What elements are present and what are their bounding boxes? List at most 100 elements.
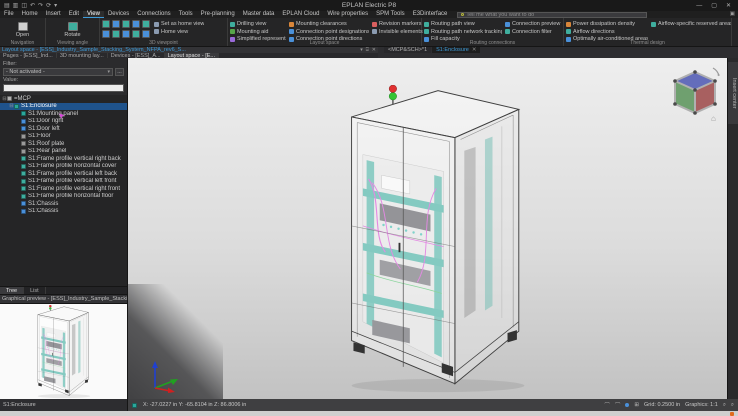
refresh-icon[interactable]: ⟳ — [46, 1, 51, 11]
tree-item-s1-chassis[interactable]: S1:Chassis — [0, 208, 127, 216]
connection-filter-icon — [505, 29, 510, 34]
open-icon[interactable]: ▥ — [13, 1, 19, 11]
button-label: Mounting clearances — [296, 21, 347, 27]
profile-icon — [21, 194, 26, 199]
connection-preview-button[interactable]: Connection preview — [505, 21, 561, 28]
tree-item-s1-frame-profile-horizontal-cover[interactable]: S1:Frame profile horizontal cover — [0, 163, 127, 171]
close-icon[interactable]: ✕ — [472, 47, 477, 53]
connection-filter-button[interactable]: Connection filter — [505, 29, 561, 36]
ribbon-display-options-icon[interactable]: ▣ — [730, 11, 738, 18]
tree-item-s1-frame-profile-horizontal-floor[interactable]: S1:Frame profile horizontal floor — [0, 193, 127, 201]
tree-item-s1-rear-panel[interactable]: S1:Rear panel — [0, 148, 127, 156]
ribbon-tab-pre-planning[interactable]: Pre-planning — [197, 11, 239, 18]
document-tab-s1-enclosure[interactable]: S1:Enclosure✕ — [432, 47, 480, 53]
ribbon-tab-wire-properties[interactable]: Wire properties — [323, 11, 372, 18]
maximize-button[interactable]: ▢ — [711, 1, 717, 11]
zoom-window-icon[interactable]: ⌕ — [731, 402, 734, 409]
insert-center-collapsed-tab[interactable]: Insert center — [728, 62, 738, 124]
tree-item-s1-door-right[interactable]: S1:Door right — [0, 118, 127, 126]
revision-markers-button[interactable]: Revision markers — [372, 21, 423, 28]
routing-path-network-tracking-button[interactable]: Routing path network tracking — [424, 29, 502, 36]
tree-item-s1-enclosure[interactable]: ⊟S1:Enclosure — [0, 103, 127, 111]
value-input[interactable] — [3, 84, 124, 92]
ribbon-tab-e3dinterface[interactable]: E3Dinterface — [409, 11, 452, 18]
graphical-preview-canvas[interactable] — [0, 303, 127, 399]
viewpoint-cube-icon-8[interactable] — [132, 30, 140, 38]
tree-item-s1-door-left[interactable]: S1:Door left — [0, 125, 127, 133]
undo-icon[interactable]: ↶ — [30, 1, 35, 11]
power-dissipation-density-button[interactable]: Power dissipation density — [566, 21, 648, 28]
document-tab-mcp-sch-1[interactable]: <MCP&SCH>*1 — [384, 47, 431, 53]
layout-space-3d-viewport[interactable]: ⌂ — [128, 58, 727, 399]
button-label: Mounting aid — [237, 29, 269, 35]
search-box[interactable]: Tell me what you want to do — [457, 12, 647, 18]
tree-item-s1-frame-profile-vertical-right-front[interactable]: S1:Frame profile vertical right front — [0, 185, 127, 193]
filter-more-button[interactable]: ... — [115, 68, 124, 76]
viewpoint-cube-icon-4[interactable] — [142, 20, 150, 28]
ribbon-tab-devices[interactable]: Devices — [104, 11, 133, 18]
minimize-button[interactable]: — — [696, 1, 702, 11]
ribbon-tab-master-data[interactable]: Master data — [239, 11, 279, 18]
viewpoint-cube-icon-7[interactable] — [122, 30, 130, 38]
airflow-directions-button[interactable]: Airflow directions — [566, 29, 648, 36]
grid-icon[interactable]: ⊞ — [634, 402, 639, 408]
tree-item-s1-chassis[interactable]: S1:Chassis — [0, 200, 127, 208]
ribbon-tab-tools[interactable]: Tools — [175, 11, 197, 18]
ribbon-tab-eplan-cloud[interactable]: EPLAN Cloud — [278, 11, 323, 18]
routing-path-view-button[interactable]: Routing path view — [424, 21, 502, 28]
tree-item-s1-roof-plate[interactable]: S1:Roof plate — [0, 140, 127, 148]
view-tab-tree[interactable]: Tree — [0, 287, 24, 294]
ribbon-tab-edit[interactable]: Edit — [65, 11, 83, 18]
rotate-button[interactable]: Rotate — [48, 19, 97, 40]
drilling-view-button[interactable]: Drilling view — [230, 21, 286, 28]
mounting-aid-button[interactable]: Mounting aid — [230, 29, 286, 36]
viewpoint-cube-icon-3[interactable] — [132, 20, 140, 28]
close-button[interactable]: ✕ — [726, 1, 731, 11]
ribbon-tab-view[interactable]: View — [83, 11, 104, 18]
view-tab-list[interactable]: List — [24, 287, 46, 294]
tree-item-label: S1:Frame profile vertical left back — [28, 171, 117, 177]
open-button[interactable]: Open — [2, 19, 43, 40]
value-label: Value: — [3, 77, 124, 83]
enclosure-icon — [14, 104, 19, 109]
tree-item-s1-frame-profile-vertical-right-back[interactable]: S1:Frame profile vertical right back — [0, 155, 127, 163]
ribbon-tab-connections[interactable]: Connections — [133, 11, 174, 18]
viewpoint-cube-icon-1[interactable] — [112, 20, 120, 28]
mounting-clearances-button[interactable]: Mounting clearances — [289, 21, 369, 28]
tree-item-s1-frame-profile-vertical-left-front[interactable]: S1:Frame profile vertical left front — [0, 178, 127, 186]
connection-point-designations-button[interactable]: Connection point designations — [289, 29, 369, 36]
ribbon-tab-file[interactable]: File — [0, 11, 18, 18]
ribbon-tab-spm-tools[interactable]: SPM Tools — [372, 11, 409, 18]
eplan-taskbar-icon[interactable] — [730, 412, 734, 416]
home-view-button[interactable]: Home view — [154, 29, 204, 36]
snap-icon[interactable]: ⌒ — [604, 401, 610, 409]
tree-item-mcp[interactable]: ⊟=MCP — [0, 95, 127, 103]
viewpoint-cube-icon-0[interactable] — [102, 20, 110, 28]
save-icon[interactable]: ◫ — [21, 1, 27, 11]
zoom-in-icon[interactable]: ⌕ — [723, 402, 726, 409]
tree-item-s1-floor[interactable]: S1:Floor — [0, 133, 127, 141]
viewpoint-cube-icon-6[interactable] — [112, 30, 120, 38]
snap-toggle-icon[interactable] — [625, 403, 629, 407]
viewpoint-cube-icon-5[interactable] — [102, 30, 110, 38]
graphics-scale-display: Graphics: 1:1 — [685, 402, 718, 408]
viewpoint-cube-icon-2[interactable] — [122, 20, 130, 28]
airflow-specific-reserved-areas-button[interactable]: Airflow-specific reserved areas — [651, 21, 731, 28]
viewpoint-cube-grid — [102, 19, 151, 39]
ribbon-tab-insert[interactable]: Insert — [42, 11, 65, 18]
tree-item-s1-frame-profile-vertical-left-back[interactable]: S1:Frame profile vertical left back — [0, 170, 127, 178]
redo-icon[interactable]: ↷ — [38, 1, 43, 11]
invisible-elements-button[interactable]: Invisible elements — [372, 29, 423, 36]
filter-select[interactable]: - Not activated - ▾ — [3, 68, 113, 76]
profile-icon — [21, 164, 26, 169]
object-snap-icon[interactable]: ⌒ — [615, 401, 621, 409]
enclosure-3d-model[interactable] — [344, 85, 532, 395]
root-icon — [7, 96, 12, 101]
ribbon-tab-home[interactable]: Home — [18, 11, 42, 18]
new-icon[interactable]: ▤ — [4, 1, 10, 11]
customize-dropdown-icon[interactable]: ▾ — [54, 1, 57, 11]
set-as-home-view-button[interactable]: Set as home view — [154, 21, 204, 28]
view-cube[interactable]: ⌂ — [669, 64, 721, 122]
viewpoint-cube-icon-9[interactable] — [142, 30, 150, 38]
preview-title-bar[interactable]: Graphical preview - [ESS]_Industry_Sampl… — [0, 294, 127, 303]
